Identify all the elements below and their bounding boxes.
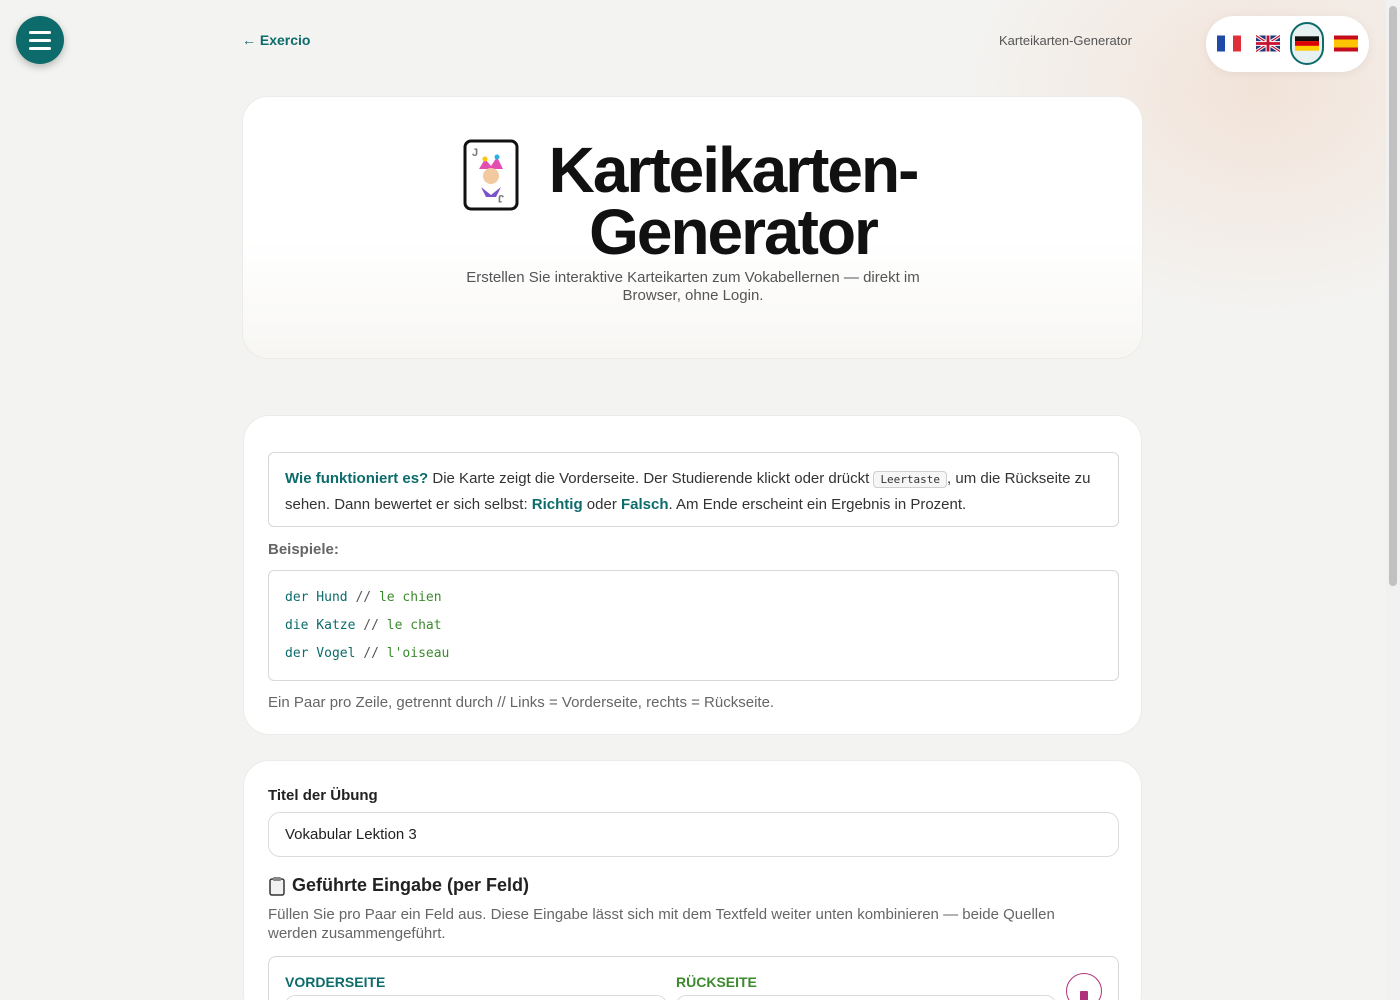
- format-hint: Ein Paar pro Zeile, getrennt durch // Li…: [268, 694, 775, 711]
- example-separator: //: [347, 590, 379, 605]
- examples-label: Beispiele:: [268, 541, 339, 558]
- example-separator: //: [355, 618, 387, 633]
- example-line: der Vogel // l'oiseau: [285, 640, 1102, 668]
- example-line: der Hund // le chien: [285, 584, 1102, 612]
- examples-box: der Hund // le chien die Katze // le cha…: [268, 570, 1119, 681]
- back-link[interactable]: ← Exercio: [242, 32, 310, 48]
- top-page-title: Karteikarten-Generator: [999, 33, 1132, 48]
- hero-subtitle: Erstellen Sie interaktive Karteikarten z…: [466, 269, 920, 304]
- pair-row: VORDERSEITE RÜCKSEITE: [268, 956, 1119, 1000]
- example-separator: //: [355, 646, 387, 661]
- clipboard-icon: [269, 876, 285, 896]
- guided-heading-text: Geführte Eingabe (per Feld): [292, 875, 530, 895]
- correct-label: Richtig: [531, 496, 583, 513]
- example-front: die Katze: [285, 618, 356, 633]
- form-card: Titel der Übung Geführte Eingabe (per Fe…: [243, 760, 1142, 1000]
- delete-pair-button[interactable]: [1066, 973, 1102, 1000]
- svg-text:J: J: [498, 192, 504, 204]
- back-input[interactable]: [676, 995, 1056, 1000]
- joker-card-icon: J J: [463, 139, 519, 211]
- guided-heading: Geführte Eingabe (per Feld): [268, 875, 529, 896]
- hamburger-icon-bar: [29, 46, 51, 50]
- trash-icon: [1080, 991, 1088, 1000]
- how-text: oder: [582, 496, 621, 513]
- front-input[interactable]: [285, 995, 667, 1000]
- example-front: der Hund: [285, 590, 348, 605]
- example-line: die Katze // le chat: [285, 612, 1102, 640]
- svg-text:J: J: [472, 147, 478, 159]
- title-input[interactable]: [268, 812, 1119, 857]
- title-label: Titel der Übung: [268, 787, 378, 804]
- scrollbar-thumb[interactable]: [1389, 6, 1397, 586]
- back-column-label: RÜCKSEITE: [676, 974, 757, 990]
- how-title: Wie funktioniert es?: [285, 470, 429, 487]
- example-back: le chien: [378, 590, 442, 605]
- space-key: Leertaste: [873, 471, 948, 488]
- how-text: Die Karte zeigt die Vorderseite. Der Stu…: [428, 470, 874, 487]
- flag-es-icon[interactable]: [1334, 35, 1358, 52]
- hero-title: Karteikarten-Generator: [548, 134, 920, 268]
- hero-card: J J Karteikarten-Generator Erstellen Sie…: [242, 96, 1143, 359]
- wrong-label: Falsch: [621, 496, 669, 513]
- scrollbar[interactable]: [1386, 0, 1400, 1000]
- guided-description: Füllen Sie pro Paar ein Feld aus. Diese …: [268, 906, 1055, 942]
- flag-en-icon[interactable]: [1256, 35, 1280, 52]
- language-switcher: [1206, 16, 1369, 72]
- how-text: . Am Ende erscheint ein Ergebnis in Proz…: [668, 496, 967, 513]
- flag-de-icon[interactable]: [1295, 35, 1319, 52]
- menu-button[interactable]: [16, 16, 64, 64]
- example-back: le chat: [386, 618, 442, 633]
- flag-fr-icon[interactable]: [1217, 35, 1241, 52]
- info-card: Wie funktioniert es? Die Karte zeigt die…: [243, 415, 1142, 735]
- hamburger-icon-bar: [29, 38, 51, 42]
- front-column-label: VORDERSEITE: [285, 974, 386, 990]
- how-it-works-box: Wie funktioniert es? Die Karte zeigt die…: [268, 452, 1119, 527]
- example-front: der Vogel: [285, 646, 356, 661]
- hamburger-icon-bar: [29, 30, 51, 34]
- example-back: l'oiseau: [386, 646, 450, 661]
